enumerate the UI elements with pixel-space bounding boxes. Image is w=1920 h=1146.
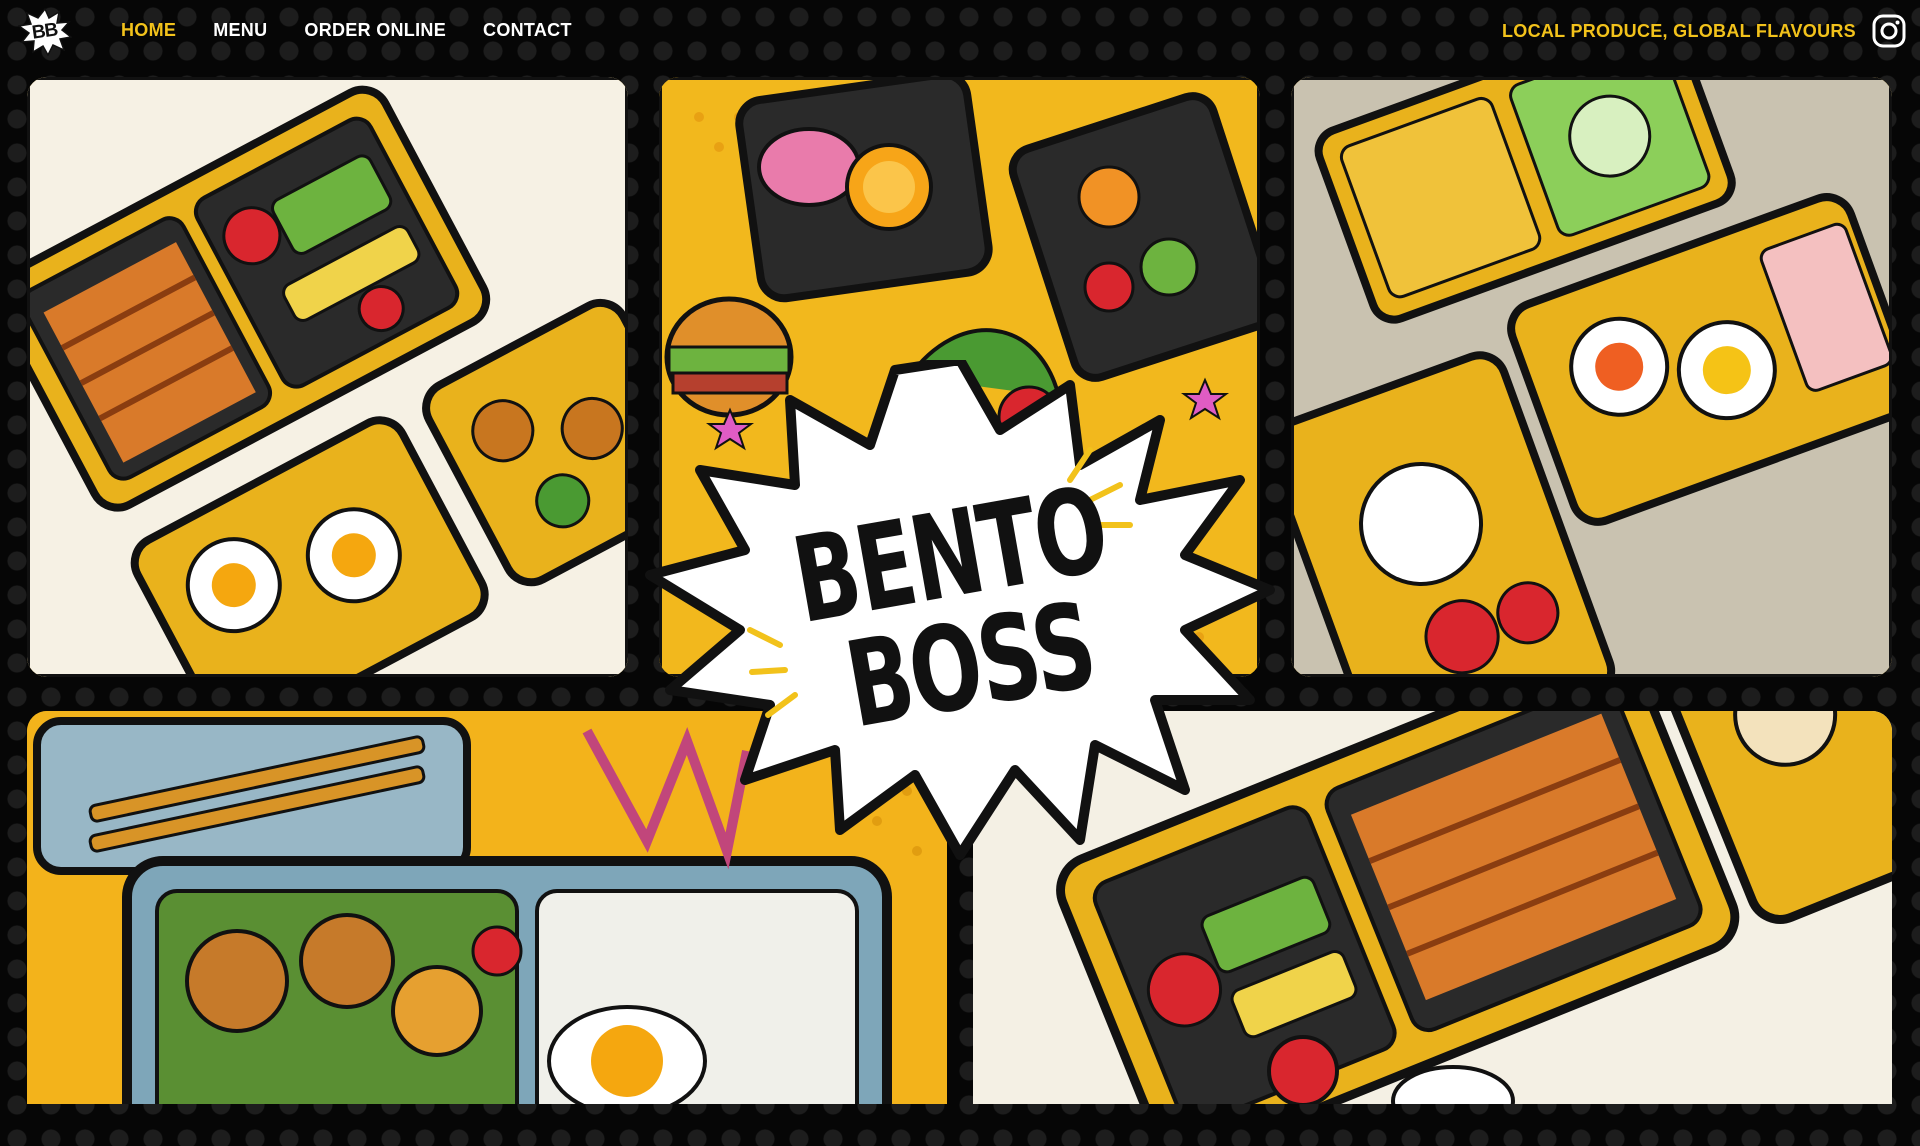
bento-box-illustration <box>1291 77 1892 677</box>
hero-title-line-2: BOSS <box>836 575 1104 755</box>
hero-title-burst: BENTO BOSS <box>640 360 1280 860</box>
bento-box-illustration <box>27 77 628 677</box>
top-navigation-bar: BB HOME MENU ORDER ONLINE CONTACT LOCAL … <box>0 0 1920 64</box>
tagline: LOCAL PRODUCE, GLOBAL FLAVOURS <box>1501 21 1856 41</box>
main-nav: HOME MENU ORDER ONLINE CONTACT <box>121 20 572 41</box>
nav-contact[interactable]: CONTACT <box>483 20 572 41</box>
nav-order-online[interactable]: ORDER ONLINE <box>304 20 446 41</box>
page: BB HOME MENU ORDER ONLINE CONTACT LOCAL … <box>0 0 1920 1146</box>
logo[interactable]: BB <box>18 8 72 56</box>
nav-home[interactable]: HOME <box>121 20 176 41</box>
instagram-icon[interactable] <box>1872 14 1906 48</box>
nav-menu[interactable]: MENU <box>213 20 267 41</box>
bento-panel-top-right <box>1291 77 1892 677</box>
bento-panel-top-left <box>27 77 628 677</box>
logo-text: BB <box>30 19 59 44</box>
